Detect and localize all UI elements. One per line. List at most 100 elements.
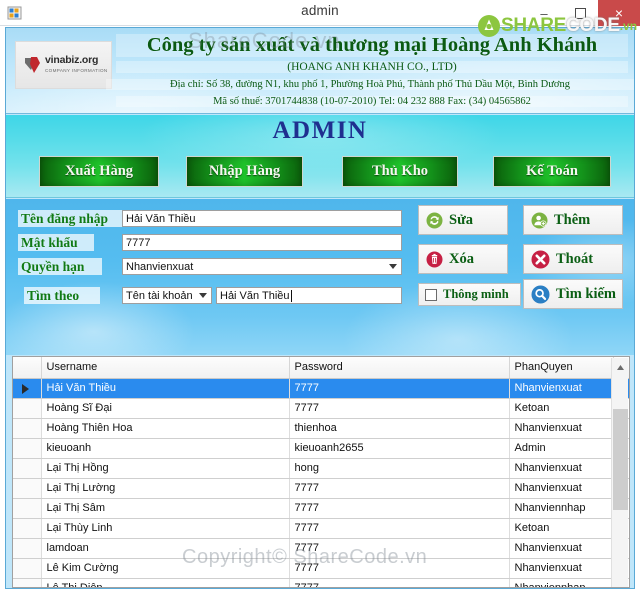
chevron-down-icon	[199, 293, 207, 298]
table-row[interactable]: lamdoan 7777 Nhanvienxuat	[13, 538, 629, 559]
label-search-by: Tìm theo	[24, 287, 100, 304]
table-row[interactable]: Lại Thị Hồng hong Nhanvienxuat	[13, 458, 629, 479]
cell-phanquyen[interactable]: Ketoan	[509, 518, 614, 539]
admin-nav-band: ADMIN Xuất Hàng Nhập Hàng Thủ Kho Kế Toá…	[6, 115, 634, 198]
search-text-input[interactable]: Hải Văn Thiều	[216, 287, 402, 304]
row-selector-cell[interactable]	[13, 418, 42, 439]
cell-username[interactable]: Hoàng Sĩ Đại	[41, 398, 290, 419]
smart-search-checkbox[interactable]: Thông minh	[418, 283, 521, 306]
cell-password[interactable]: 7777	[289, 378, 510, 399]
minimize-button[interactable]: –	[526, 0, 562, 26]
table-row[interactable]: Lê Thị Diệp 7777 Nhanviennhap	[13, 578, 629, 587]
cell-phanquyen[interactable]: Admin	[509, 438, 614, 459]
cell-password[interactable]: hong	[289, 458, 510, 479]
table-row[interactable]: Lại Thị Sâm 7777 Nhanviennhap	[13, 498, 629, 519]
cell-phanquyen[interactable]: Nhanviennhap	[509, 498, 614, 519]
username-input[interactable]: Hải Văn Thiều	[122, 210, 402, 227]
cell-username[interactable]: Lê Thị Diệp	[41, 578, 290, 587]
scrollbar-thumb[interactable]	[613, 409, 628, 510]
cell-phanquyen[interactable]: Nhanvienxuat	[509, 478, 614, 499]
cell-password[interactable]: thienhoa	[289, 418, 510, 439]
row-selector-cell[interactable]	[13, 578, 42, 587]
row-selector-cell[interactable]	[13, 458, 42, 479]
table-row[interactable]: Lại Thùy Linh 7777 Ketoan	[13, 518, 629, 539]
cell-username[interactable]: Hoàng Thiên Hoa	[41, 418, 290, 439]
row-selector-cell[interactable]	[13, 438, 42, 459]
password-input[interactable]: 7777	[122, 234, 402, 251]
table-body: Hải Văn Thiều 7777 Nhanvienxuat Hoàng Sĩ Đạ…	[13, 378, 629, 587]
table-row[interactable]: Hải Văn Thiều 7777 Nhanvienxuat	[13, 378, 629, 399]
cell-phanquyen[interactable]: Nhanvienxuat	[509, 538, 614, 559]
table-row[interactable]: Hoàng Thiên Hoa thienhoa Nhanvienxuat	[13, 418, 629, 439]
scroll-up-button[interactable]	[612, 358, 629, 376]
exit-button[interactable]: Thoát	[523, 244, 623, 274]
cell-phanquyen[interactable]: Nhanvienxuat	[509, 558, 614, 579]
cell-username[interactable]: Hải Văn Thiều	[41, 378, 290, 399]
maximize-button[interactable]	[562, 0, 598, 26]
add-button[interactable]: Thêm	[523, 205, 623, 235]
title-bar: admin – ×	[0, 0, 640, 26]
table-row[interactable]: Lê Kim Cường 7777 Nhanvienxuat	[13, 558, 629, 579]
search-button[interactable]: Tìm kiếm	[523, 279, 623, 309]
edit-button[interactable]: Sửa	[418, 205, 508, 235]
close-button[interactable]: ×	[598, 0, 640, 26]
edit-button-label: Sửa	[449, 211, 474, 228]
cell-phanquyen[interactable]: Ketoan	[509, 398, 614, 419]
search-button-label: Tìm kiếm	[556, 285, 617, 302]
cell-username[interactable]: Lê Kim Cường	[41, 558, 290, 579]
row-selector-cell[interactable]	[13, 378, 42, 399]
row-selector-cell[interactable]	[13, 518, 42, 539]
row-selector-cell[interactable]	[13, 538, 42, 559]
table-header-row: Username Password PhanQuyen	[13, 357, 629, 379]
nav-button-nhap-hang[interactable]: Nhập Hàng	[186, 156, 303, 187]
add-user-icon	[531, 212, 548, 229]
company-name-en: (HOANG ANH KHANH CO., LTD)	[116, 61, 628, 73]
cell-password[interactable]: 7777	[289, 398, 510, 419]
admin-window: admin – × vinabiz.org COMPANY INFORMATIO…	[0, 0, 640, 591]
cell-password[interactable]: 7777	[289, 518, 510, 539]
nav-button-xuat-hang[interactable]: Xuất Hàng	[39, 156, 159, 187]
cell-password[interactable]: 7777	[289, 578, 510, 587]
search-text-value: Hải Văn Thiều	[220, 289, 290, 302]
table-row[interactable]: Lại Thị Lường 7777 Nhanvienxuat	[13, 478, 629, 499]
cell-password[interactable]: 7777	[289, 478, 510, 499]
nav-button-thu-kho[interactable]: Thủ Kho	[342, 156, 458, 187]
role-select[interactable]: Nhanvienxuat	[122, 258, 402, 275]
row-selector-cell[interactable]	[13, 498, 42, 519]
users-table-element: Username Password PhanQuyen Hải Văn Thiề…	[13, 357, 629, 587]
cell-password[interactable]: 7777	[289, 538, 510, 559]
cell-username[interactable]: Lại Thị Lường	[41, 478, 290, 499]
cell-username[interactable]: lamdoan	[41, 538, 290, 559]
column-header-phanquyen[interactable]: PhanQuyen	[509, 357, 614, 379]
add-button-label: Thêm	[554, 211, 591, 228]
vinabiz-logo: vinabiz.org COMPANY INFORMATION	[15, 41, 112, 89]
row-selector-cell[interactable]	[13, 398, 42, 419]
cell-phanquyen[interactable]: Nhanvienxuat	[509, 458, 614, 479]
label-username: Tên đăng nhập	[18, 210, 122, 227]
cell-password[interactable]: kieuoanh2655	[289, 438, 510, 459]
row-selector-cell[interactable]	[13, 478, 42, 499]
cell-phanquyen[interactable]: Nhanvienxuat	[509, 378, 614, 399]
search-icon	[531, 285, 550, 304]
cell-phanquyen[interactable]: Nhanvienxuat	[509, 418, 614, 439]
window-controls: – ×	[526, 0, 640, 26]
table-row[interactable]: Hoàng Sĩ Đại 7777 Ketoan	[13, 398, 629, 419]
checkbox-box[interactable]	[425, 288, 437, 301]
delete-button[interactable]: Xóa	[418, 244, 508, 274]
table-row[interactable]: kieuoanh kieuoanh2655 Admin	[13, 438, 629, 459]
cell-username[interactable]: Lại Thị Hồng	[41, 458, 290, 479]
cell-phanquyen[interactable]: Nhanviennhap	[509, 578, 614, 587]
vertical-scrollbar[interactable]	[611, 358, 629, 587]
column-header-username[interactable]: Username	[41, 357, 290, 379]
column-header-password[interactable]: Password	[289, 357, 510, 379]
users-table[interactable]: Username Password PhanQuyen Hải Văn Thiề…	[12, 356, 630, 588]
nav-button-ke-toan[interactable]: Kế Toán	[493, 156, 611, 187]
search-field-select[interactable]: Tên tài khoản	[122, 287, 212, 304]
cell-password[interactable]: 7777	[289, 498, 510, 519]
cell-username[interactable]: kieuoanh	[41, 438, 290, 459]
row-selector-cell[interactable]	[13, 558, 42, 579]
cell-password[interactable]: 7777	[289, 558, 510, 579]
company-name: Công ty sản xuất và thương mại Hoàng Anh…	[116, 34, 628, 57]
cell-username[interactable]: Lại Thùy Linh	[41, 518, 290, 539]
cell-username[interactable]: Lại Thị Sâm	[41, 498, 290, 519]
